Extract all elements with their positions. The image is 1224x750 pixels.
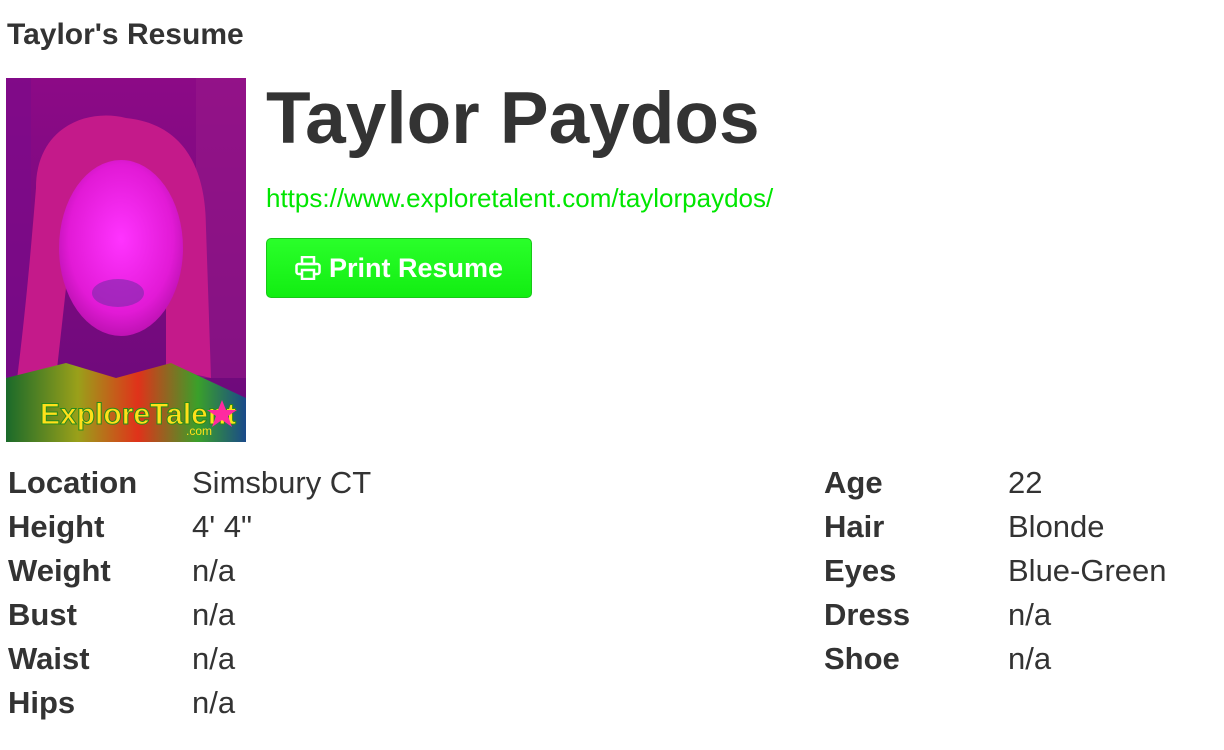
print-resume-button[interactable]: Print Resume <box>266 238 532 298</box>
page-heading: Taylor's Resume <box>7 18 244 51</box>
stat-row-waist: Waist n/a <box>8 637 608 681</box>
profile-url-link[interactable]: https://www.exploretalent.com/taylorpayd… <box>266 182 773 214</box>
stat-label: Height <box>8 509 105 544</box>
stat-row-age: Age 22 <box>824 461 1214 505</box>
stat-row-location: Location Simsbury CT <box>8 461 608 505</box>
stat-row-shoe: Shoe n/a <box>824 637 1214 681</box>
stat-value: 4' 4" <box>192 509 253 544</box>
stat-value: n/a <box>192 597 236 632</box>
explore-talent-logo-suffix: .com <box>186 424 212 438</box>
print-resume-label: Print Resume <box>328 252 504 283</box>
stat-label: Eyes <box>824 553 897 588</box>
stats-right-column: Age 22 Hair Blonde Eyes Blue-Green Dress… <box>824 461 1214 681</box>
stat-row-hair: Hair Blonde <box>824 505 1214 549</box>
stat-label: Waist <box>8 641 90 676</box>
profile-photo: ExploreTalent .com <box>6 78 246 442</box>
stat-row-hips: Hips n/a <box>8 681 608 725</box>
stat-label: Shoe <box>824 641 900 676</box>
stat-row-bust: Bust n/a <box>8 593 608 637</box>
stat-value: n/a <box>1008 641 1052 676</box>
stat-value: Simsbury CT <box>192 465 372 500</box>
stat-value: n/a <box>192 553 236 588</box>
stat-label: Location <box>8 465 138 500</box>
printer-icon <box>295 256 321 280</box>
stat-label: Dress <box>824 597 911 632</box>
stat-row-height: Height 4' 4" <box>8 505 608 549</box>
resume-page: Taylor's Resume ExploreTalent .com Taylo… <box>0 0 1224 750</box>
stat-value: Blue-Green <box>1008 553 1167 588</box>
stat-label: Hips <box>8 685 76 720</box>
stat-value: Blonde <box>1008 509 1105 544</box>
stat-row-weight: Weight n/a <box>8 549 608 593</box>
stat-value: 22 <box>1008 465 1043 500</box>
stat-value: n/a <box>1008 597 1052 632</box>
stat-value: n/a <box>192 641 236 676</box>
stat-label: Hair <box>824 509 885 544</box>
stat-value: n/a <box>192 685 236 720</box>
stat-label: Weight <box>8 553 111 588</box>
stat-label: Bust <box>8 597 77 632</box>
profile-name: Taylor Paydos <box>266 78 760 159</box>
stats-left-column: Location Simsbury CT Height 4' 4" Weight… <box>8 461 608 725</box>
stat-row-eyes: Eyes Blue-Green <box>824 549 1214 593</box>
stat-label: Age <box>824 465 883 500</box>
stat-row-dress: Dress n/a <box>824 593 1214 637</box>
